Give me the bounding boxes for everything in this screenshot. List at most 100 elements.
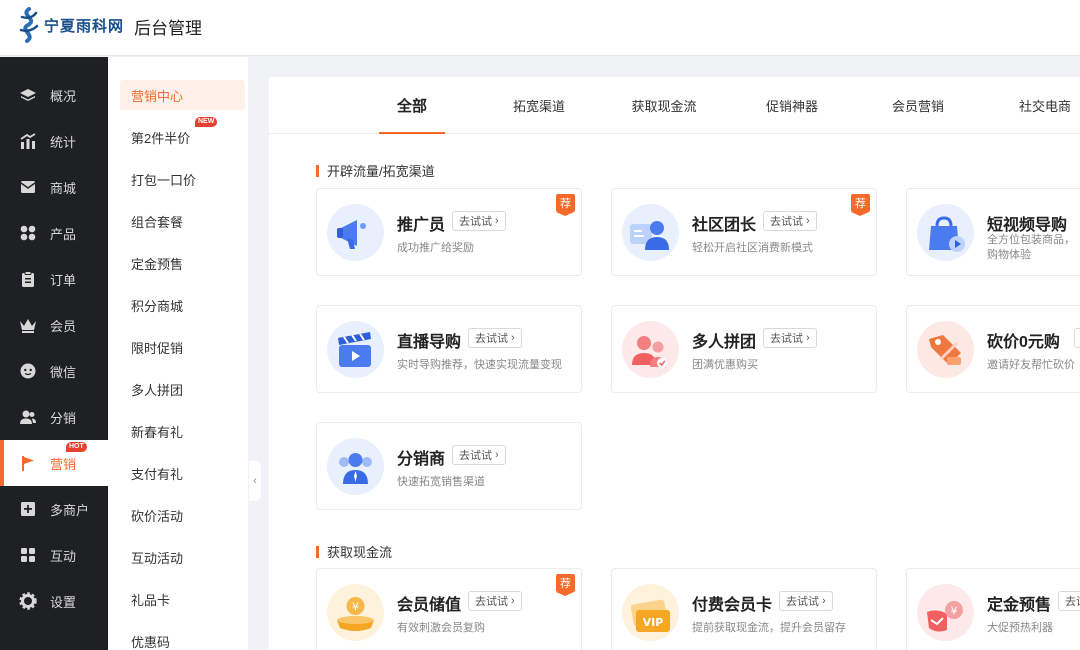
section-title: 获取现金流 [316,542,392,561]
card-description-line: 成功推广给奖励 [397,242,474,254]
card-deposit-presale[interactable]: ¥ 定金预售 去试试› 大促预热利器 [906,568,1080,650]
logo[interactable]: 宁夏雨科网 [16,6,128,44]
subnav-item-label: 新春有礼 [131,424,184,440]
apps-icon [19,546,37,564]
subnav-item-group-buy[interactable]: 多人拼团 [120,374,245,404]
card-description: 全方位包装商品， 购物体验 [987,233,1075,263]
card-group-buy[interactable]: 多人拼团 去试试 › 团满优惠购买 [611,305,877,393]
sidebar-item-orders[interactable]: 订单 [0,256,108,302]
recommend-badge: 荐 [851,194,870,216]
card-paid-membership[interactable]: VIP 付费会员卡 去试试 › 提前获取现金流，提升会员留存 [611,568,877,650]
subnav-item-points-mall[interactable]: 积分商城 [120,290,245,320]
tab-cash-flow[interactable]: 获取现金流 [624,77,704,134]
sidebar-item-interaction[interactable]: 互动 [0,532,108,578]
card-short-video[interactable]: 短视频导购 全方位包装商品， 购物体验 [906,188,1080,276]
sidebar-item-distribution[interactable]: 分销 [0,394,108,440]
card-title: 多人拼团 [692,334,757,351]
subnav-item-second-half-price[interactable]: 第2件半价 NEW [120,117,245,152]
chevron-right-icon: › [511,595,515,607]
try-button[interactable]: 去试试› [763,328,817,348]
card-description-line: 轻松开启社区消费新模式 [692,242,813,254]
tab-promotion-tools[interactable]: 促销神器 [757,77,827,134]
card-live-shopping[interactable]: 直播导购 去试试 › 实时导购推荐，快速实现流量变现 [316,305,582,393]
chevron-left-icon: ‹ [253,475,257,487]
subnav-item-presale[interactable]: 定金预售 [120,248,245,278]
try-button[interactable]: 去试试› [468,328,522,348]
subnav-item-label: 优惠码 [131,634,171,650]
sidebar-item-stats[interactable]: 统计 [0,118,108,164]
users-icon [19,408,37,426]
vip-card-icon: VIP [622,584,679,641]
try-button[interactable]: 去试试› [452,211,506,231]
page-title: 后台管理 [134,19,202,38]
chevron-right-icon: › [511,332,515,344]
try-label: 去试试 [475,596,508,608]
card-bargain[interactable]: 砍价0元购 去试试› 邀请好友帮忙砍价 [906,305,1080,393]
subnav-item-bargain[interactable]: 砍价活动 [120,500,245,530]
section-title-text: 获取现金流 [327,545,393,560]
card-title: 推广员 [397,217,446,234]
sidebar-item-mall[interactable]: 商城 [0,164,108,210]
card-member-stored-value[interactable]: ¥ 会员储值 去试试 › 有效刺激会员复购 荐 [316,568,582,650]
sidebar-item-products[interactable]: 产品 [0,210,108,256]
try-label: 去试试 [459,450,492,462]
sidebar-item-settings[interactable]: 设置 [0,578,108,624]
store-icon [19,500,37,518]
subnav-item-new-year-gift[interactable]: 新春有礼 [120,416,245,446]
sidebar-item-label: 产品 [50,226,77,242]
distributor-icon [327,438,384,495]
collapse-sidebar-button[interactable]: ‹ [249,461,261,501]
subnav-item-gift-card[interactable]: 礼品卡 [120,584,245,614]
card-title: 定金预售 [987,597,1052,614]
card-description-line: 实时导购推荐，快速实现流量变现 [397,359,562,371]
try-button[interactable]: 去试试› [1074,328,1080,348]
coin-stack-icon: ¥ [327,584,384,641]
sidebar-item-label: 微信 [50,364,77,380]
tab-label: 全部 [396,98,427,115]
subnav-item-marketing-center[interactable]: 营销中心 [120,80,245,110]
tab-label: 促销神器 [765,99,818,114]
subnav-item-combo[interactable]: 组合套餐 [120,206,245,236]
megaphone-icon [327,204,384,261]
svg-text:¥: ¥ [951,605,958,618]
card-description: 轻松开启社区消费新模式 [692,241,813,256]
try-button[interactable]: 去试试› [468,591,522,611]
sidebar-item-wechat[interactable]: 微信 [0,348,108,394]
sidebar-item-overview[interactable]: 概况 [0,72,108,118]
tab-member-marketing[interactable]: 会员营销 [883,77,953,134]
try-button[interactable]: 去试试› [779,591,833,611]
video-bag-icon [917,204,974,261]
card-title: 砍价0元购 [987,334,1060,351]
card-description-line: 提前获取现金流，提升会员留存 [692,622,846,634]
sidebar-item-label: 设置 [50,594,77,610]
gear-icon [19,592,37,610]
try-button[interactable]: 去试试› [1058,591,1080,611]
card-title: 分销商 [397,451,446,468]
subnav-item-interactive[interactable]: 互动活动 [120,542,245,572]
subnav-item-label: 限时促销 [131,340,184,356]
card-promoter[interactable]: 推广员 去试试 › 成功推广给奖励 荐 [316,188,582,276]
try-button[interactable]: 去试试› [763,211,817,231]
try-button[interactable]: 去试试› [452,445,506,465]
card-description: 有效刺激会员复购 [397,621,485,636]
sidebar-item-multi-merchant[interactable]: 多商户 [0,486,108,532]
subnav-item-coupon-code[interactable]: 优惠码 [120,626,245,650]
try-label: 去试试 [786,596,819,608]
subnav-item-flash-sale[interactable]: 限时促销 [120,332,245,362]
tab-label: 获取现金流 [631,99,697,114]
card-title: 社区团长 [692,217,757,234]
subnav-item-payment-gift[interactable]: 支付有礼 [120,458,245,488]
sidebar-item-members[interactable]: 会员 [0,302,108,348]
subnav-item-bundle-price[interactable]: 打包一口价 [120,164,245,194]
try-label: 去试试 [459,216,492,228]
card-description-line: 大促预热利器 [987,622,1053,634]
sidebar-item-marketing[interactable]: 营销 HOT [0,440,108,486]
chart-icon [19,132,37,150]
tab-expand-channels[interactable]: 拓宽渠道 [504,77,574,134]
chevron-right-icon: › [806,215,810,227]
card-community-leader[interactable]: 社区团长 去试试 › 轻松开启社区消费新模式 荐 [611,188,877,276]
tab-social-commerce[interactable]: 社交电商 [1010,77,1080,134]
card-distributor[interactable]: 分销商 去试试 › 快速拓宽销售渠道 [316,422,582,510]
main-sidebar: 概况 统计 商城 产品 订单 会员 微信 分销 营销 HOT 多商户 互动 设置 [0,57,108,650]
tab-all[interactable]: 全部 [379,77,445,134]
